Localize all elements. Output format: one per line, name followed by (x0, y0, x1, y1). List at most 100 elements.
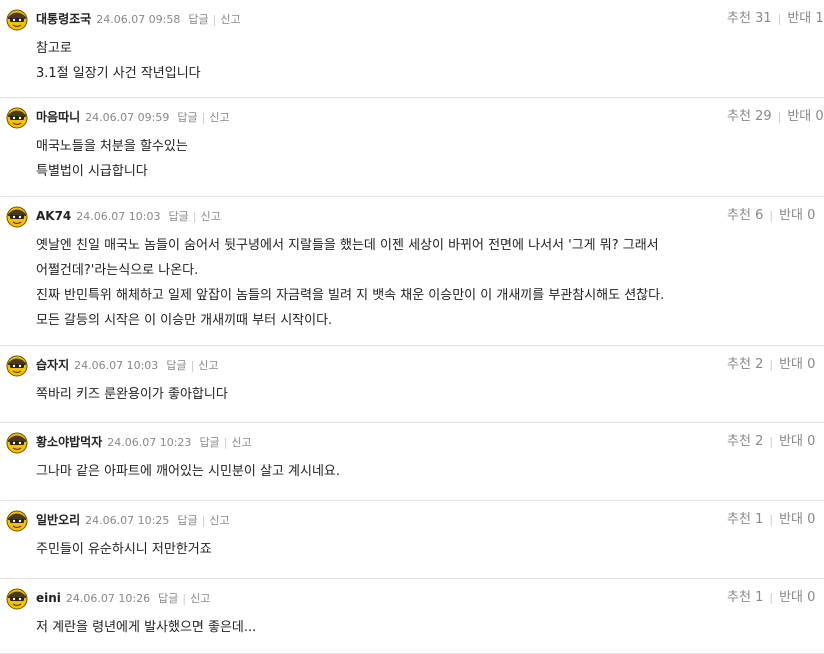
comment-text-line: 매국노들을 처분을 할수있는 (36, 139, 188, 154)
comment-text-line: 참고로 (36, 41, 72, 56)
comment-date: 24.06.07 09:58 (96, 13, 181, 26)
reply-button[interactable]: 답글 (177, 111, 197, 124)
report-button[interactable]: 신고 (209, 111, 229, 124)
upvote-count: 2 (755, 434, 764, 449)
comment-item: 황소야밥먹자 24.06.07 10:23 답글 | 신고그나마 같은 아파트에 깨어있… (0, 423, 824, 501)
comment-text-line: 3.1절 일장기 사건 작년입니다 (36, 66, 201, 81)
upvote-button[interactable]: 추천 31 (727, 11, 772, 26)
comment-text-line: 진짜 반민특위 해체하고 일제 앞잡이 놈들의 자금력을 빌려 지 뱃속 채운 … (36, 288, 665, 303)
downvote-count: 0 (807, 434, 816, 449)
user-nickname[interactable]: 대통령조국 (36, 12, 91, 26)
upvote-label: 추천 (727, 357, 751, 372)
report-button[interactable]: 신고 (231, 436, 251, 449)
downvote-count: 0 (807, 590, 816, 605)
separator: | (192, 210, 197, 223)
comment-item: AK74 24.06.07 10:03 답글 | 신고옛날엔 친일 매국노 놈들이 숨어… (0, 197, 824, 346)
user-avatar-icon[interactable] (5, 430, 29, 454)
upvote-button[interactable]: 추천 2 (727, 434, 763, 449)
upvote-button[interactable]: 추천 1 (727, 590, 763, 605)
report-button[interactable]: 신고 (190, 592, 210, 605)
separator: | (182, 592, 187, 605)
user-avatar-icon[interactable] (5, 508, 29, 532)
downvote-count: 0 (815, 109, 824, 124)
comment-meta: eini 24.06.07 10:26 답글 | 신고 (36, 589, 210, 607)
upvote-button[interactable]: 추천 2 (727, 357, 763, 372)
report-button[interactable]: 신고 (200, 210, 220, 223)
vote-area: 추천 1 | 반대 0 (727, 589, 815, 607)
comment-text-line: 옛날엔 친일 매국노 놈들이 숨어서 뒷구녕에서 지랄들을 했는데 이젠 세상이… (36, 238, 659, 253)
separator: | (769, 591, 774, 604)
comment-date: 24.06.07 10:03 (76, 210, 161, 223)
upvote-count: 1 (755, 512, 764, 527)
comment-date: 24.06.07 10:23 (107, 436, 192, 449)
vote-area: 추천 2 | 반대 0 (727, 433, 815, 451)
separator: | (769, 435, 774, 448)
comment-body: 주민들이 유순하시니 저만한거죠 (36, 537, 796, 562)
user-nickname[interactable]: 황소야밥먹자 (36, 435, 102, 449)
vote-area: 추천 2 | 반대 0 (727, 356, 815, 374)
comment-body: 참고로 3.1절 일장기 사건 작년입니다 (36, 36, 796, 86)
separator: | (777, 12, 782, 25)
downvote-button[interactable]: 반대 0 (779, 208, 815, 223)
upvote-count: 31 (755, 11, 772, 26)
report-button[interactable]: 신고 (198, 359, 218, 372)
reply-button[interactable]: 답글 (158, 592, 178, 605)
downvote-label: 반대 (779, 590, 803, 605)
comment-text-line: 저 계란을 령년에게 발사했으면 좋은데... (36, 620, 257, 635)
comment-meta: 황소야밥먹자 24.06.07 10:23 답글 | 신고 (36, 433, 252, 451)
comment-meta: 마음따니 24.06.07 09:59 답글 | 신고 (36, 108, 230, 126)
user-nickname[interactable]: eini (36, 591, 61, 605)
reply-button[interactable]: 답글 (177, 514, 197, 527)
downvote-button[interactable]: 반대 1 (787, 11, 823, 26)
user-nickname[interactable]: 습자지 (36, 358, 69, 372)
downvote-button[interactable]: 반대 0 (779, 434, 815, 449)
report-button[interactable]: 신고 (220, 13, 240, 26)
downvote-count: 0 (807, 208, 816, 223)
upvote-button[interactable]: 추천 1 (727, 512, 763, 527)
separator: | (777, 110, 782, 123)
separator: | (201, 514, 206, 527)
user-avatar-icon[interactable] (5, 7, 29, 31)
user-nickname[interactable]: 마음따니 (36, 110, 80, 124)
reply-button[interactable]: 답글 (166, 359, 186, 372)
upvote-label: 추천 (727, 109, 751, 124)
separator: | (201, 111, 206, 124)
user-avatar-icon[interactable] (5, 353, 29, 377)
comment-list: 대통령조국 24.06.07 09:58 답글 | 신고 참고로 3.1절 일장기 사건 작… (0, 0, 824, 654)
downvote-button[interactable]: 반대 0 (779, 512, 815, 527)
reply-button[interactable]: 답글 (168, 210, 188, 223)
upvote-count: 6 (755, 208, 764, 223)
downvote-button[interactable]: 반대 0 (779, 590, 815, 605)
report-button[interactable]: 신고 (209, 514, 229, 527)
comment-meta: 습자지 24.06.07 10:03 답글 | 신고 (36, 356, 219, 374)
upvote-button[interactable]: 추천 6 (727, 208, 763, 223)
vote-area: 추천 31 | 반대 1 (727, 10, 824, 28)
user-nickname[interactable]: AK74 (36, 209, 71, 223)
comment-text-line: 그나마 같은 아파트에 깨어있는 시민분이 살고 계시네요. (36, 464, 341, 479)
downvote-button[interactable]: 반대 0 (787, 109, 823, 124)
upvote-label: 추천 (727, 512, 751, 527)
user-avatar-icon[interactable] (5, 105, 29, 129)
comment-text-line: 특별법이 시급합니다 (36, 164, 148, 179)
user-avatar-icon[interactable] (5, 204, 29, 228)
separator: | (212, 13, 217, 26)
downvote-label: 반대 (787, 109, 812, 124)
upvote-button[interactable]: 추천 29 (727, 109, 772, 124)
comment-meta: 대통령조국 24.06.07 09:58 답글 | 신고 (36, 10, 241, 28)
comment-body: 옛날엔 친일 매국노 놈들이 숨어서 뒷구녕에서 지랄들을 했는데 이젠 세상이… (36, 233, 796, 333)
upvote-label: 추천 (727, 208, 751, 223)
separator: | (190, 359, 195, 372)
downvote-count: 0 (807, 357, 816, 372)
comment-item: 일반오리 24.06.07 10:25 답글 | 신고 주민들이 유순하시니 저만한거죠 추… (0, 501, 824, 579)
user-nickname[interactable]: 일반오리 (36, 513, 80, 527)
comment-text-line: 주민들이 유순하시니 저만한거죠 (36, 542, 212, 557)
comment-date: 24.06.07 10:26 (65, 592, 151, 605)
comment-meta: 일반오리 24.06.07 10:25 답글 | 신고 (36, 511, 230, 529)
reply-button[interactable]: 답글 (188, 13, 208, 26)
comment-item: eini 24.06.07 10:26 답글 | 신고 저 계란을 령년에게 발사했으면 … (0, 579, 824, 654)
upvote-count: 2 (755, 357, 764, 372)
reply-button[interactable]: 답글 (199, 436, 219, 449)
user-avatar-icon[interactable] (5, 586, 29, 610)
downvote-button[interactable]: 반대 0 (779, 357, 815, 372)
vote-area: 추천 6 | 반대 0 (727, 207, 815, 225)
